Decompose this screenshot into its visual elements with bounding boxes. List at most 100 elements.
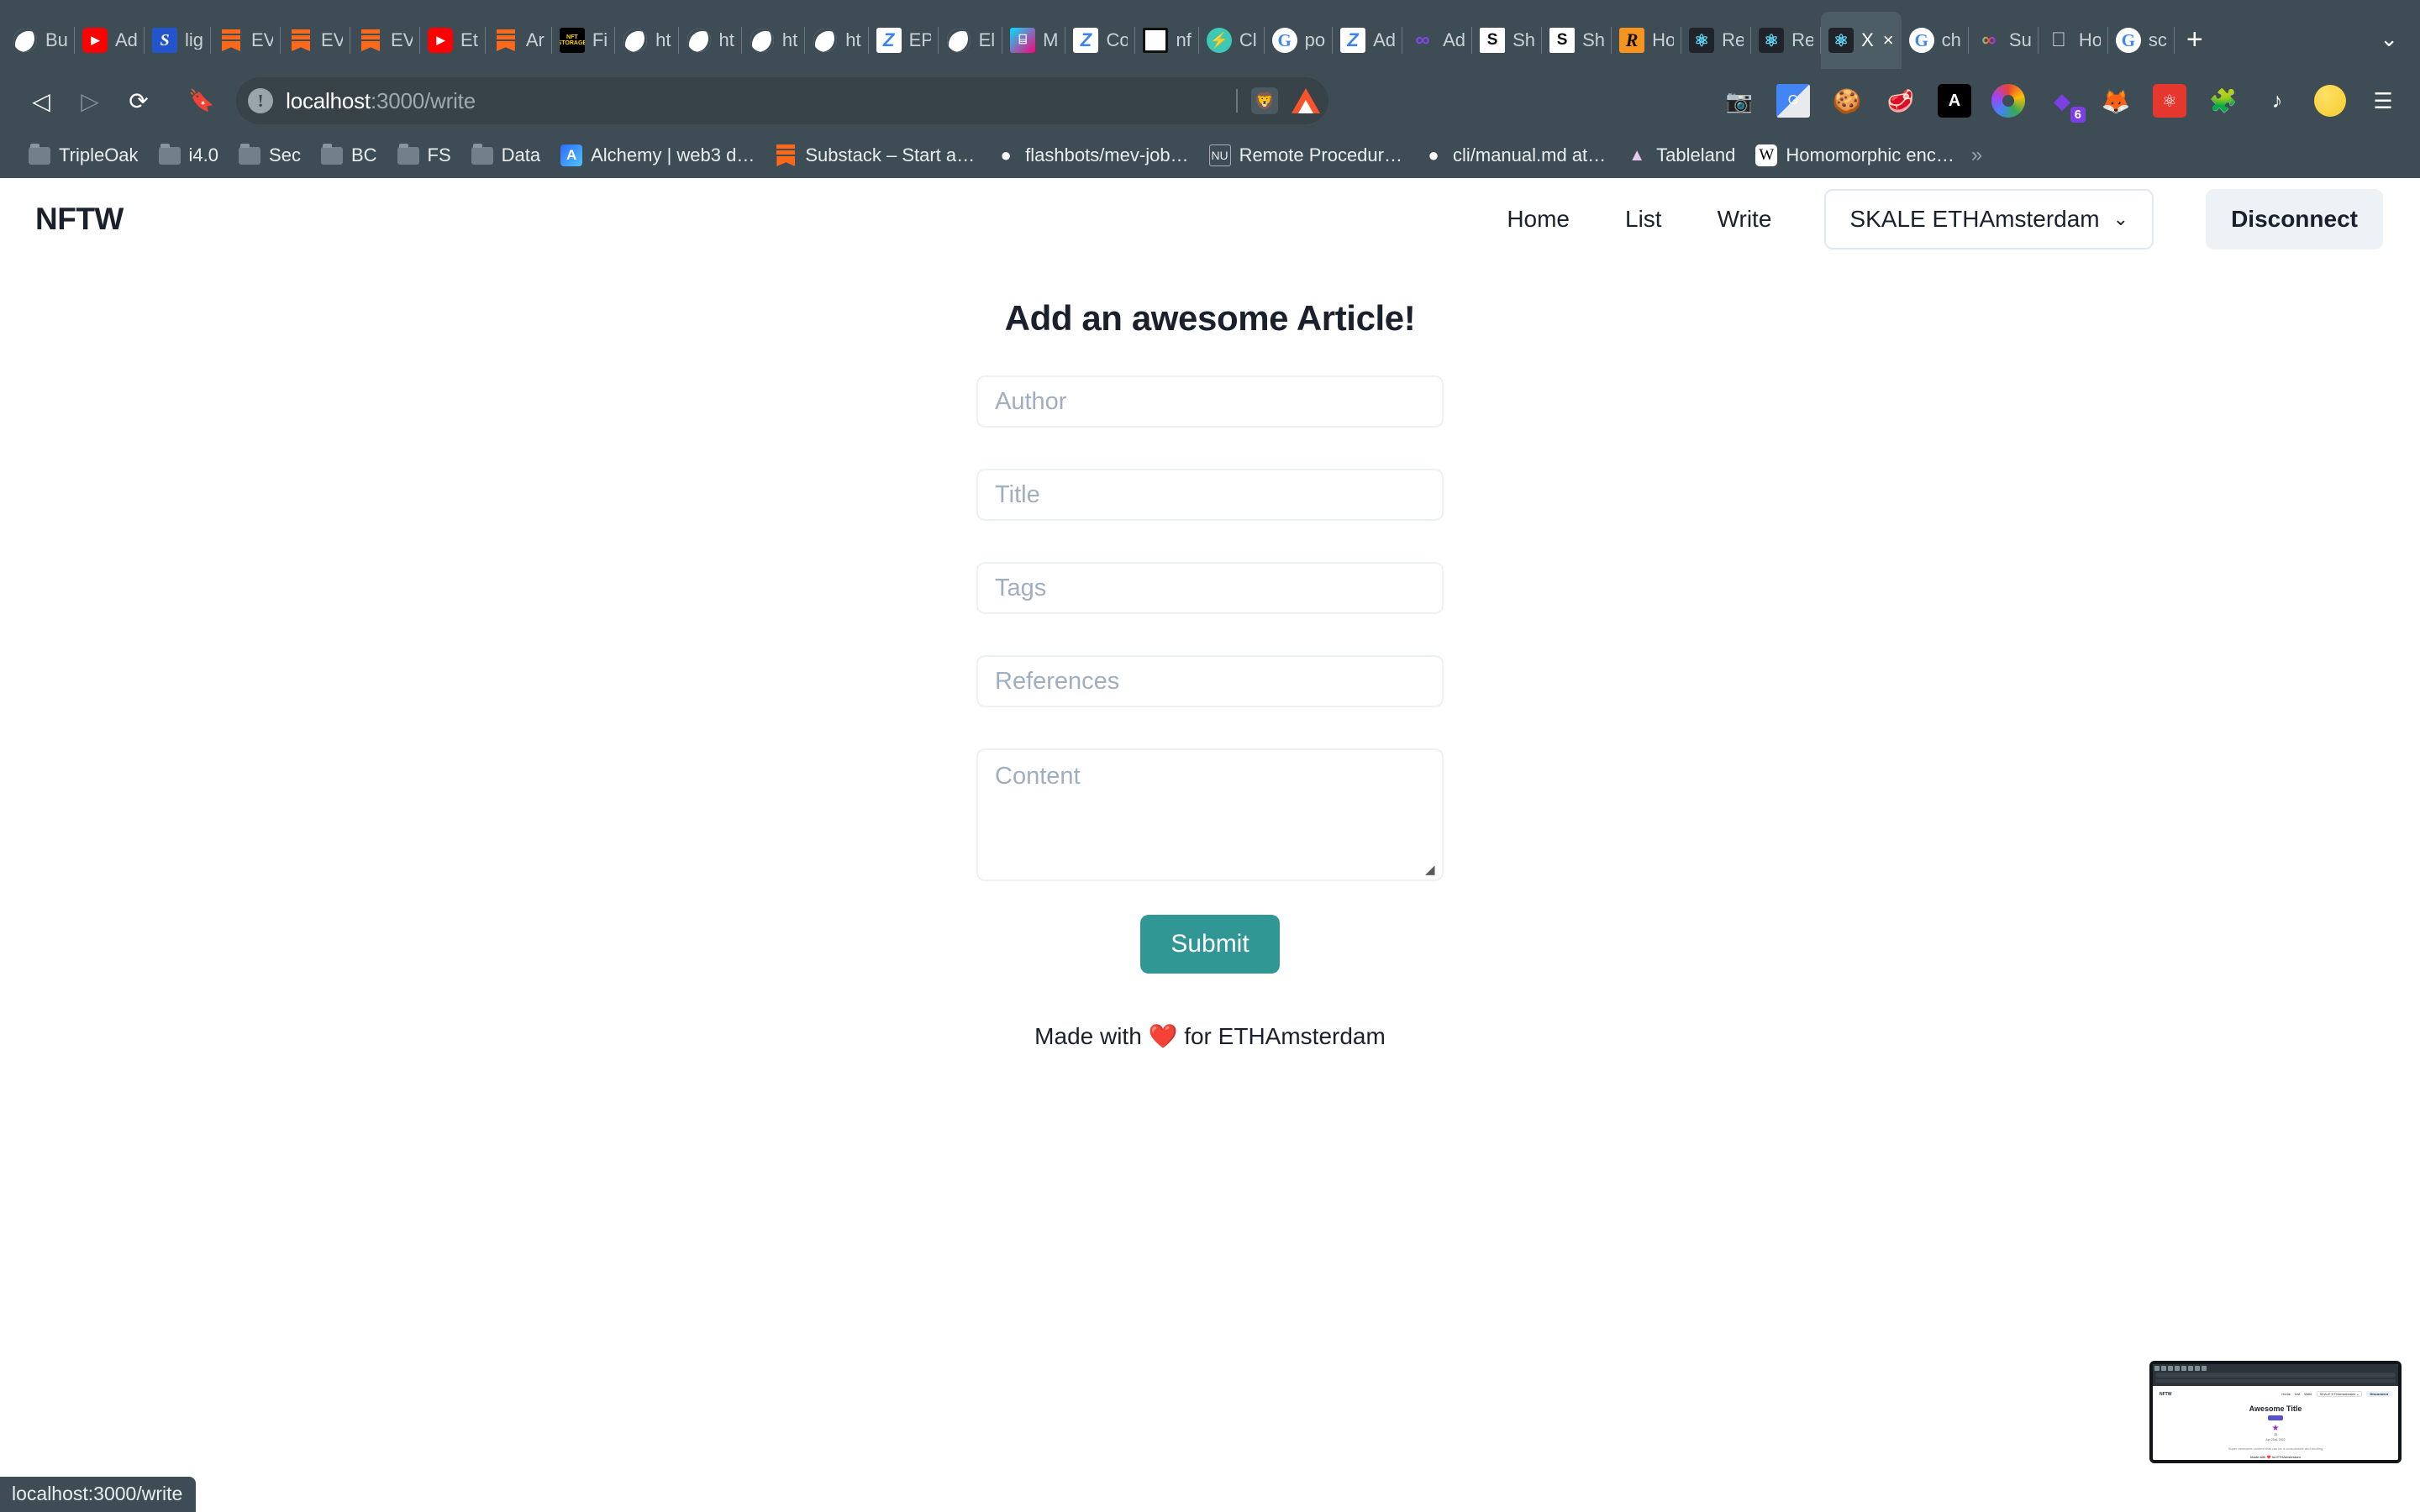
- browser-tab[interactable]: NFT STORAGE Fi: [552, 12, 616, 69]
- preview-thumbnail[interactable]: NFTW Home List Write SKALE ETHAmsterdam …: [2149, 1361, 2402, 1463]
- address-bar[interactable]: ! localhost:3000/write 🦁: [236, 77, 1329, 124]
- new-tab-button[interactable]: +: [2186, 25, 2203, 54]
- nav-link-home[interactable]: Home: [1479, 206, 1597, 233]
- google-icon: G: [1271, 28, 1297, 53]
- angular-extension-icon[interactable]: A: [1938, 84, 1971, 118]
- browser-tab[interactable]: Ar: [486, 12, 552, 69]
- address-bar-url: localhost:3000/write: [286, 88, 476, 114]
- browser-tab[interactable]: Re: [1751, 12, 1822, 69]
- browser-tab-label: ht: [781, 31, 798, 50]
- browser-tab[interactable]: Ad: [75, 12, 145, 69]
- bookmark-item[interactable]: W Homomorphic enc…: [1745, 139, 1965, 171]
- bookmarks-bar: TripleOak i4.0 Sec BC FS Data A Alchemy | web3 …: [0, 133, 2420, 178]
- layers-extension-icon[interactable]: ◆ 6: [2045, 84, 2086, 123]
- browser-tab[interactable]: El: [939, 12, 1003, 69]
- browser-tab[interactable]: Et: [420, 12, 486, 69]
- screenshot-extension-icon[interactable]: 📷: [1723, 84, 1756, 118]
- browser-tab[interactable]: Z EP: [869, 12, 939, 69]
- browser-tab[interactable]: Bu: [5, 12, 75, 69]
- cookie-extension-icon[interactable]: 🍪: [1830, 84, 1864, 118]
- browser-tab[interactable]: nf: [1135, 12, 1199, 69]
- tab-search-icon[interactable]: ⌄: [2380, 26, 2398, 52]
- nav-link-write[interactable]: Write: [1690, 206, 1800, 233]
- browser-tab[interactable]: Re: [1681, 12, 1752, 69]
- bookmark-item[interactable]: NU Remote Procedur…: [1199, 139, 1413, 171]
- browser-tab[interactable]: EV: [281, 12, 351, 69]
- playlist-icon[interactable]: ♪: [2260, 84, 2294, 118]
- bookmark-icon[interactable]: 🔖: [188, 89, 214, 113]
- github-icon: ●: [1428, 144, 1439, 165]
- browser-tab[interactable]: Gpo: [1265, 12, 1334, 69]
- browser-tab[interactable]: ht: [805, 12, 869, 69]
- tab-close-icon[interactable]: ×: [1883, 31, 1894, 50]
- profile-avatar[interactable]: [2314, 85, 2346, 117]
- browser-menu-icon[interactable]: ☰: [2366, 84, 2400, 118]
- browser-tab[interactable]: EV: [211, 12, 281, 69]
- browser-tab[interactable]: R Ho: [1612, 12, 1682, 69]
- browser-tab-label: Ad: [1443, 31, 1465, 50]
- browser-tab[interactable]: Cl: [1199, 12, 1265, 69]
- colorpicker-extension-icon[interactable]: [1991, 84, 2025, 118]
- react-devtools-extension-icon[interactable]: ⚛: [2153, 84, 2186, 118]
- thumbnail-nav-list: List: [2295, 1392, 2301, 1396]
- author-input[interactable]: Author: [976, 375, 1444, 428]
- bookmark-label: Remote Procedur…: [1239, 144, 1402, 165]
- reload-button[interactable]: ⟳: [114, 76, 163, 125]
- browser-tab[interactable]: EV: [350, 12, 421, 69]
- page-viewport: NFTW Home List Write SKALE ETHAmsterdam …: [0, 178, 2420, 1512]
- browser-tab[interactable]: Gsc: [2108, 12, 2175, 69]
- zora-icon: Z: [876, 28, 902, 53]
- bookmark-item[interactable]: ● cli/manual.md at…: [1413, 139, 1616, 171]
- puzzle-extensions-icon[interactable]: 🧩: [2207, 84, 2240, 118]
- bookmark-item[interactable]: A Alchemy | web3 d…: [550, 139, 765, 171]
- title-input[interactable]: Title: [976, 469, 1444, 521]
- tags-input[interactable]: Tags: [976, 562, 1444, 614]
- browser-tab[interactable]: Z Ad: [1333, 12, 1403, 69]
- references-input[interactable]: References: [976, 655, 1444, 707]
- browser-tab[interactable]: Z Co: [1065, 12, 1136, 69]
- bookmarks-overflow-icon[interactable]: »: [1971, 144, 1982, 167]
- browser-tab[interactable]: Slig: [145, 12, 212, 69]
- bookmark-item[interactable]: ● flashbots/mev-job…: [985, 139, 1198, 171]
- bookmark-item[interactable]: BC: [311, 139, 387, 171]
- browser-tab[interactable]: ht: [679, 12, 742, 69]
- browser-tab[interactable]:  Ho: [2039, 12, 2108, 69]
- browser-tab[interactable]: ht: [615, 12, 679, 69]
- bookmark-item[interactable]: Data: [461, 139, 550, 171]
- resize-handle-icon[interactable]: ◢: [1425, 864, 1439, 877]
- content-textarea[interactable]: Content ◢: [976, 748, 1444, 881]
- browser-tab[interactable]: S Sh: [1472, 12, 1543, 69]
- browser-tab-label: Cl: [1239, 31, 1257, 50]
- site-logo[interactable]: NFTW: [35, 202, 124, 237]
- browser-tab[interactable]: Gch: [1902, 12, 1969, 69]
- browser-tab[interactable]: Ad: [1402, 12, 1473, 69]
- browser-tab[interactable]: ∞ Su: [1969, 12, 2039, 69]
- bat-rewards-icon[interactable]: [1292, 88, 1321, 113]
- bookmark-item[interactable]: i4.0: [149, 139, 229, 171]
- submit-button[interactable]: Submit: [1140, 915, 1280, 974]
- browser-tab[interactable]: M: [1002, 12, 1066, 69]
- blue-s-icon: S: [152, 28, 177, 53]
- back-button[interactable]: ◁: [17, 76, 66, 125]
- disconnect-button[interactable]: Disconnect: [2206, 189, 2383, 249]
- nav-link-list[interactable]: List: [1597, 206, 1690, 233]
- bookmark-item[interactable]: Sec: [229, 139, 311, 171]
- site-info-icon[interactable]: !: [248, 88, 274, 113]
- bookmark-item[interactable]: FS: [387, 139, 461, 171]
- browser-tab[interactable]: S Sh: [1542, 12, 1612, 69]
- thumbnail-site-nav: NFTW Home List Write SKALE ETHAmsterdam …: [2153, 1389, 2398, 1399]
- browser-tab[interactable]: X×: [1821, 12, 1902, 69]
- browser-tab-label: Et: [460, 31, 478, 50]
- bookmark-item[interactable]: Substack – Start a…: [765, 139, 985, 171]
- honey-extension-icon[interactable]: 🥩: [1884, 84, 1918, 118]
- forward-button[interactable]: ▷: [66, 76, 114, 125]
- bookmark-item[interactable]: ▲ Tableland: [1616, 139, 1745, 171]
- metamask-extension-icon[interactable]: 🦊: [2099, 84, 2133, 118]
- bookmark-item[interactable]: TripleOak: [18, 139, 149, 171]
- thumbnail-tab: [2168, 1366, 2173, 1371]
- google-translate-extension-icon[interactable]: G: [1776, 84, 1810, 118]
- network-selector[interactable]: SKALE ETHAmsterdam ⌄: [1824, 189, 2154, 249]
- brave-shields-icon[interactable]: 🦁: [1251, 87, 1279, 114]
- bookmark-label: Sec: [269, 144, 301, 165]
- browser-tab[interactable]: ht: [742, 12, 806, 69]
